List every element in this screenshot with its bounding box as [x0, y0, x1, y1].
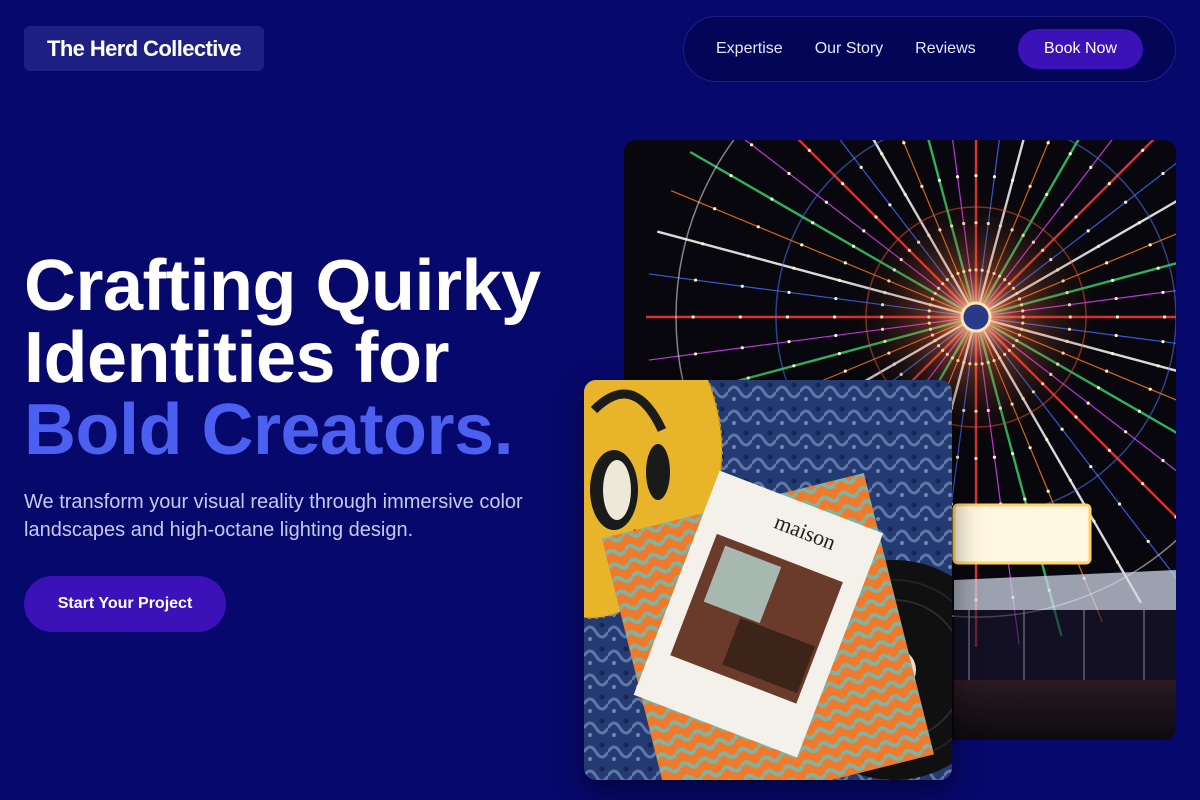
- nav-link-expertise[interactable]: Expertise: [716, 40, 783, 58]
- logo[interactable]: The Herd Collective: [24, 26, 264, 71]
- book-now-button[interactable]: Book Now: [1018, 29, 1143, 69]
- flatlay-illustration: maison: [584, 380, 952, 780]
- start-project-button[interactable]: Start Your Project: [24, 576, 226, 632]
- main-nav: Expertise Our Story Reviews Book Now: [683, 16, 1176, 82]
- nav-link-reviews[interactable]: Reviews: [915, 40, 975, 58]
- headline-line-1: Crafting Quirky: [24, 246, 541, 326]
- landing-page: The Herd Collective Expertise Our Story …: [0, 0, 1200, 800]
- hero-headline: Crafting Quirky Identities for Bold Crea…: [24, 250, 604, 466]
- headline-accent: Bold Creators.: [24, 390, 514, 470]
- headline-line-2: Identities for: [24, 318, 450, 398]
- hero-subtext: We transform your visual reality through…: [24, 491, 523, 541]
- nav-link-our-story[interactable]: Our Story: [815, 40, 883, 58]
- flatlay-photo: maison: [584, 380, 952, 780]
